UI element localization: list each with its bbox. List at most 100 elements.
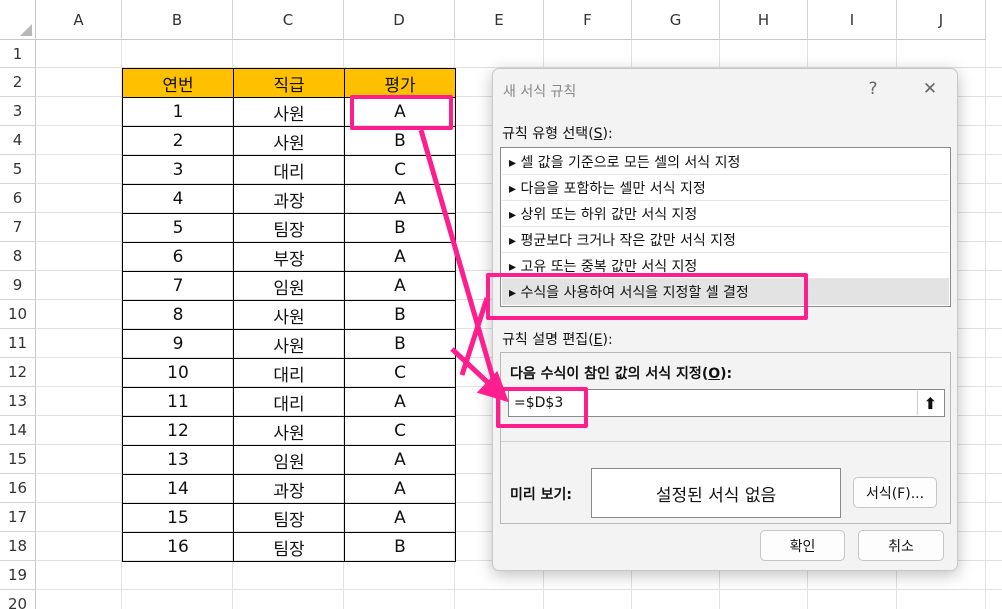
formula-label: 다음 수식이 참인 값의 서식 지정(O):	[510, 366, 733, 382]
row-header[interactable]: 7	[0, 213, 36, 242]
cell-number[interactable]: 1	[122, 97, 234, 127]
cell-rating[interactable]: A	[344, 184, 456, 214]
cell-rank[interactable]: 사원	[233, 97, 345, 127]
column-header[interactable]: F	[544, 0, 632, 40]
format-button[interactable]: 서식(F)...	[853, 477, 937, 508]
row-header[interactable]: 5	[0, 155, 36, 184]
dialog-title: 새 서식 규칙	[503, 84, 577, 100]
cell-number[interactable]: 13	[122, 445, 234, 475]
row-header[interactable]: 14	[0, 416, 36, 445]
cell-number[interactable]: 8	[122, 300, 234, 330]
cell-rank[interactable]: 대리	[233, 155, 345, 185]
header-number[interactable]: 연번	[122, 68, 234, 98]
cell-rank[interactable]: 과장	[233, 474, 345, 504]
cell-rank[interactable]: 팀장	[233, 213, 345, 243]
select-all-corner[interactable]	[0, 0, 36, 40]
cell-rank[interactable]: 대리	[233, 387, 345, 417]
column-header[interactable]: E	[455, 0, 544, 40]
cell-rating[interactable]: A	[344, 387, 456, 417]
cell-rating[interactable]: C	[344, 155, 456, 185]
panel-divider	[501, 441, 950, 442]
cell-rating[interactable]: A	[344, 242, 456, 272]
row-header[interactable]: 15	[0, 445, 36, 474]
cell-rank[interactable]: 사원	[233, 300, 345, 330]
row-header[interactable]: 10	[0, 300, 36, 329]
table-row: 11 대리 A	[122, 387, 456, 417]
row-header[interactable]: 20	[0, 590, 36, 609]
cell-rating[interactable]: C	[344, 358, 456, 388]
cell-rating[interactable]: A	[344, 503, 456, 533]
cell-rating[interactable]: B	[344, 300, 456, 330]
row-header[interactable]: 16	[0, 474, 36, 503]
row-header[interactable]: 1	[0, 40, 36, 68]
row-header[interactable]: 8	[0, 242, 36, 271]
close-button[interactable]: ✕	[914, 75, 946, 103]
table-row: 13 임원 A	[122, 445, 456, 475]
cell-number[interactable]: 6	[122, 242, 234, 272]
help-button[interactable]: ?	[857, 75, 889, 103]
cell-number[interactable]: 3	[122, 155, 234, 185]
column-header[interactable]: G	[632, 0, 720, 40]
cell-rank[interactable]: 팀장	[233, 503, 345, 533]
column-header[interactable]: H	[720, 0, 808, 40]
cell-rating[interactable]: B	[344, 126, 456, 156]
cell-number[interactable]: 16	[122, 532, 234, 562]
column-header[interactable]: J	[897, 0, 986, 40]
row-header[interactable]: 3	[0, 97, 36, 126]
cancel-button[interactable]: 취소	[858, 530, 944, 561]
cell-number[interactable]: 5	[122, 213, 234, 243]
table-row: 9 사원 B	[122, 329, 456, 359]
cell-rating[interactable]: B	[344, 532, 456, 562]
cell-rank[interactable]: 과장	[233, 184, 345, 214]
header-rating[interactable]: 평가	[344, 68, 456, 98]
column-header[interactable]: D	[344, 0, 455, 40]
table-row: 5 팀장 B	[122, 213, 456, 243]
cell-number[interactable]: 11	[122, 387, 234, 417]
cell-rank[interactable]: 대리	[233, 358, 345, 388]
collapse-dialog-icon[interactable]: ⬆	[917, 391, 943, 415]
cell-rating[interactable]: B	[344, 329, 456, 359]
row-header[interactable]: 12	[0, 358, 36, 387]
cell-number[interactable]: 2	[122, 126, 234, 156]
rule-type-item[interactable]: ▸ 다음을 포함하는 셀만 서식 지정	[502, 175, 949, 201]
row-header[interactable]: 13	[0, 387, 36, 416]
cell-rank[interactable]: 임원	[233, 445, 345, 475]
table-row: 7 임원 A	[122, 271, 456, 301]
cell-rating[interactable]: A	[344, 271, 456, 301]
ok-button[interactable]: 확인	[760, 530, 845, 561]
column-header[interactable]: B	[122, 0, 233, 40]
cell-rank[interactable]: 사원	[233, 126, 345, 156]
column-header[interactable]: C	[233, 0, 344, 40]
rule-type-item[interactable]: ▸ 셀 값을 기준으로 모든 셀의 서식 지정	[502, 149, 949, 175]
cell-rating[interactable]: A	[344, 445, 456, 475]
cell-rank[interactable]: 부장	[233, 242, 345, 272]
cell-number[interactable]: 4	[122, 184, 234, 214]
cell-rank[interactable]: 사원	[233, 416, 345, 446]
cell-number[interactable]: 12	[122, 416, 234, 446]
cell-number[interactable]: 15	[122, 503, 234, 533]
cell-rating[interactable]: C	[344, 416, 456, 446]
cell-rank[interactable]: 임원	[233, 271, 345, 301]
row-header[interactable]: 18	[0, 532, 36, 561]
row-header[interactable]: 4	[0, 126, 36, 155]
table-row: 8 사원 B	[122, 300, 456, 330]
cell-rating[interactable]: A	[344, 474, 456, 504]
rule-type-item[interactable]: ▸ 평균보다 크거나 작은 값만 서식 지정	[502, 227, 949, 253]
row-header[interactable]: 9	[0, 271, 36, 300]
header-rank[interactable]: 직급	[233, 68, 345, 98]
rule-type-item[interactable]: ▸ 상위 또는 하위 값만 서식 지정	[502, 201, 949, 227]
row-header[interactable]: 11	[0, 329, 36, 358]
cell-number[interactable]: 7	[122, 271, 234, 301]
column-header[interactable]: I	[808, 0, 897, 40]
cell-number[interactable]: 9	[122, 329, 234, 359]
cell-rank[interactable]: 사원	[233, 329, 345, 359]
cell-rating[interactable]: B	[344, 213, 456, 243]
row-header[interactable]: 2	[0, 68, 36, 97]
column-header[interactable]: A	[36, 0, 122, 40]
cell-number[interactable]: 14	[122, 474, 234, 504]
cell-rank[interactable]: 팀장	[233, 532, 345, 562]
cell-number[interactable]: 10	[122, 358, 234, 388]
row-header[interactable]: 17	[0, 503, 36, 532]
row-header[interactable]: 19	[0, 561, 36, 590]
row-header[interactable]: 6	[0, 184, 36, 213]
